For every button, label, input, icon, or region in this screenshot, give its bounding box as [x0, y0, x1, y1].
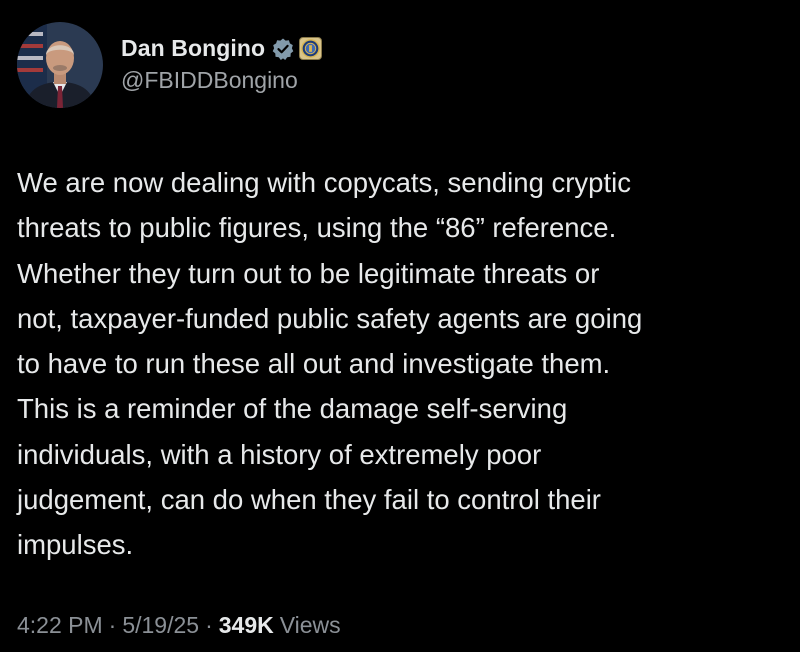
tweet-line: We are now dealing with copycats, sendin…: [17, 167, 631, 198]
name-row: Dan Bongino: [121, 33, 323, 65]
tweet-text: We are now dealing with copycats, sendin…: [17, 160, 787, 568]
tweet-line: impulses.: [17, 529, 134, 561]
profile-photo-avatar: [17, 22, 103, 108]
views-count[interactable]: 349K: [219, 612, 274, 639]
tweet-line: Whether they turn out to be legitimate t…: [17, 257, 600, 289]
views-label[interactable]: Views: [280, 612, 341, 639]
tweet-time[interactable]: 4:22 PM: [17, 612, 103, 639]
fbi-seal-graphic: [301, 39, 320, 58]
tweet-card: Dan Bongino @FBIDDBongino We are now dea…: [0, 0, 800, 652]
meta-separator: ·: [108, 612, 117, 638]
display-name[interactable]: Dan Bongino: [121, 35, 265, 62]
fbi-seal-icon[interactable]: [299, 37, 323, 60]
tweet-line: threats to public figures, using the “86…: [17, 212, 617, 244]
verified-badge-icon[interactable]: [271, 37, 295, 61]
tweet-header: Dan Bongino @FBIDDBongino: [17, 22, 323, 108]
tweet-line: judgement, can do when they fail to cont…: [17, 484, 601, 516]
tweet-date[interactable]: 5/19/25: [122, 612, 199, 639]
tweet-meta: 4:22 PM · 5/19/25 · 349K Views: [17, 612, 341, 639]
tweet-line: This is a reminder of the damage self-se…: [17, 393, 568, 425]
tweet-line: individuals, with a history of extremely…: [17, 438, 542, 470]
author-info: Dan Bongino @FBIDDBongino: [121, 33, 323, 94]
tweet-line: not, taxpayer-funded public safety agent…: [17, 302, 643, 334]
meta-separator: ·: [205, 612, 213, 638]
author-handle[interactable]: @FBIDDBongino: [121, 67, 322, 94]
tweet-line: to have to run these all out and investi…: [17, 348, 611, 380]
avatar[interactable]: [17, 22, 103, 108]
